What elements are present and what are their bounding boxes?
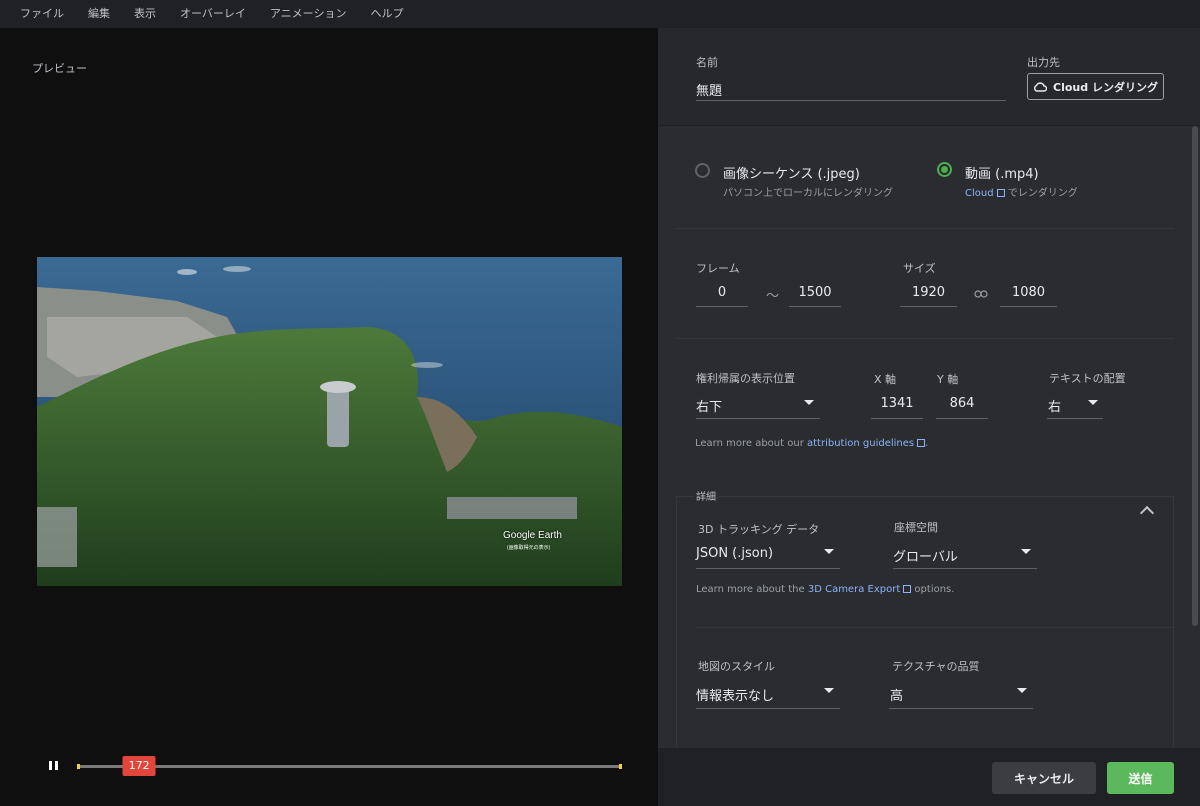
track-end-marker — [619, 764, 622, 769]
option-video-sub: Cloud でレンダリング — [965, 184, 1078, 199]
map-style-underline — [696, 708, 840, 709]
map-style-select[interactable]: 情報表示なし — [696, 685, 774, 704]
chevron-down-icon — [1021, 549, 1031, 554]
map-style-label: 地図のスタイル — [698, 660, 775, 673]
option-video-title: 動画 (.mp4) — [965, 167, 1039, 182]
chevron-down-icon — [1088, 400, 1098, 405]
attribution-guidelines-link[interactable]: attribution guidelines — [807, 438, 914, 449]
details-section — [676, 496, 1174, 778]
height-underline — [1000, 306, 1057, 307]
camera-help-prefix: Learn more about the — [696, 584, 808, 595]
tracking-data-underline — [696, 568, 840, 569]
menu-overlay[interactable]: オーバーレイ — [168, 0, 258, 28]
link-aspect-icon[interactable] — [974, 290, 988, 298]
y-axis-underline — [936, 418, 988, 419]
y-axis-input[interactable]: 864 — [936, 396, 988, 411]
tracking-data-label: 3D トラッキング データ — [698, 523, 820, 536]
menu-file[interactable]: ファイル — [8, 0, 76, 28]
frame-separator: 〜 — [766, 289, 780, 304]
text-align-label: テキストの配置 — [1049, 372, 1126, 385]
frame-end-input[interactable]: 1500 — [789, 285, 841, 300]
chevron-down-icon — [824, 688, 834, 693]
cloud-link[interactable]: Cloud — [965, 188, 994, 199]
text-align-underline — [1047, 418, 1103, 419]
watermark-text: Google Earth — [503, 530, 562, 541]
name-input[interactable]: 無題 — [696, 80, 722, 99]
name-input-underline — [696, 100, 1006, 101]
output-label: 出力先 — [1027, 56, 1060, 69]
divider — [676, 228, 1174, 229]
coord-space-select[interactable]: グローバル — [893, 546, 958, 565]
width-input[interactable]: 1920 — [900, 285, 957, 300]
timeline-track[interactable] — [77, 764, 622, 769]
details-label: 詳細 — [694, 488, 718, 503]
radio-video-mp4[interactable] — [937, 162, 952, 177]
attribution-help-suffix: . — [925, 438, 929, 449]
x-axis-input[interactable]: 1341 — [871, 396, 923, 411]
x-axis-underline — [871, 418, 923, 419]
option-image-sequence-sub: パソコン上でローカルにレンダリング — [723, 188, 893, 199]
camera-export-link[interactable]: 3D Camera Export — [808, 584, 900, 595]
timeline: 172 — [0, 750, 658, 790]
chevron-down-icon — [1017, 688, 1027, 693]
option-image-sequence-title: 画像シーケンス (.jpeg) — [723, 167, 860, 182]
external-link-icon — [996, 189, 1005, 197]
size-label: サイズ — [903, 262, 936, 275]
camera-export-help-text: Learn more about the 3D Camera Export op… — [696, 584, 954, 595]
preview-label: プレビュー — [32, 62, 87, 75]
menu-help[interactable]: ヘルプ — [358, 0, 415, 28]
pause-icon-bar — [55, 761, 58, 770]
camera-help-suffix: options. — [911, 584, 955, 595]
attribution-position-underline — [696, 418, 820, 419]
texture-quality-underline — [889, 708, 1033, 709]
menu-edit[interactable]: 編集 — [76, 0, 122, 28]
radio-image-sequence[interactable] — [695, 163, 710, 178]
divider — [676, 338, 1174, 339]
coord-space-underline — [893, 568, 1037, 569]
menu-view[interactable]: 表示 — [122, 0, 168, 28]
preview-pane: プレビュー Google Earth (画像取得元の表示) 172 — [0, 28, 658, 806]
watermark-subtext: (画像取得元の表示) — [507, 545, 551, 551]
external-link-icon — [917, 439, 926, 447]
texture-quality-select[interactable]: 高 — [890, 685, 903, 704]
cancel-button[interactable]: キャンセル — [992, 762, 1096, 794]
attribution-help-prefix: Learn more about our — [695, 438, 807, 449]
cloud-render-label: Cloud レンダリング — [1053, 80, 1158, 94]
track-start-marker — [77, 764, 80, 769]
submit-button[interactable]: 送信 — [1107, 762, 1174, 794]
name-label: 名前 — [696, 56, 718, 69]
menu-bar: ファイル 編集 表示 オーバーレイ アニメーション ヘルプ — [0, 0, 1200, 28]
width-underline — [900, 306, 957, 307]
coord-space-label: 座標空間 — [894, 521, 938, 534]
x-axis-label: X 軸 — [874, 373, 897, 386]
chevron-down-icon — [824, 549, 834, 554]
texture-quality-label: テクスチャの品質 — [892, 660, 980, 673]
panel-scrollbar[interactable] — [1192, 126, 1198, 626]
chevron-down-icon — [804, 400, 814, 405]
menu-animation[interactable]: アニメーション — [258, 0, 359, 28]
y-axis-label: Y 軸 — [937, 373, 959, 386]
pause-button[interactable] — [48, 760, 60, 772]
attribution-position-select[interactable]: 右下 — [696, 396, 722, 415]
tracking-data-select[interactable]: JSON (.json) — [696, 546, 773, 561]
render-settings-panel: 名前 無題 出力先 Cloud レンダリング 画像シーケンス (.jpeg) パ… — [658, 28, 1200, 806]
attribution-help-text: Learn more about our attribution guideli… — [695, 438, 928, 449]
frame-label: フレーム — [696, 262, 740, 275]
panel-footer: キャンセル 送信 — [658, 748, 1200, 806]
preview-image: Google Earth (画像取得元の表示) — [37, 257, 622, 586]
frame-end-underline — [789, 306, 841, 307]
timeline-thumb[interactable]: 172 — [122, 756, 156, 776]
text-align-select[interactable]: 右 — [1048, 396, 1061, 415]
cloud-icon — [1034, 81, 1048, 92]
frame-start-underline — [696, 306, 748, 307]
divider — [696, 627, 1172, 628]
pause-icon — [49, 761, 52, 770]
frame-start-input[interactable]: 0 — [696, 285, 748, 300]
external-link-icon — [903, 585, 912, 593]
option-video-sub-text: でレンダリング — [1007, 188, 1078, 199]
attribution-position-label: 権利帰属の表示位置 — [696, 372, 795, 385]
cloud-render-button[interactable]: Cloud レンダリング — [1027, 73, 1164, 100]
panel-header: 名前 無題 出力先 Cloud レンダリング — [658, 28, 1200, 126]
height-input[interactable]: 1080 — [1000, 285, 1057, 300]
